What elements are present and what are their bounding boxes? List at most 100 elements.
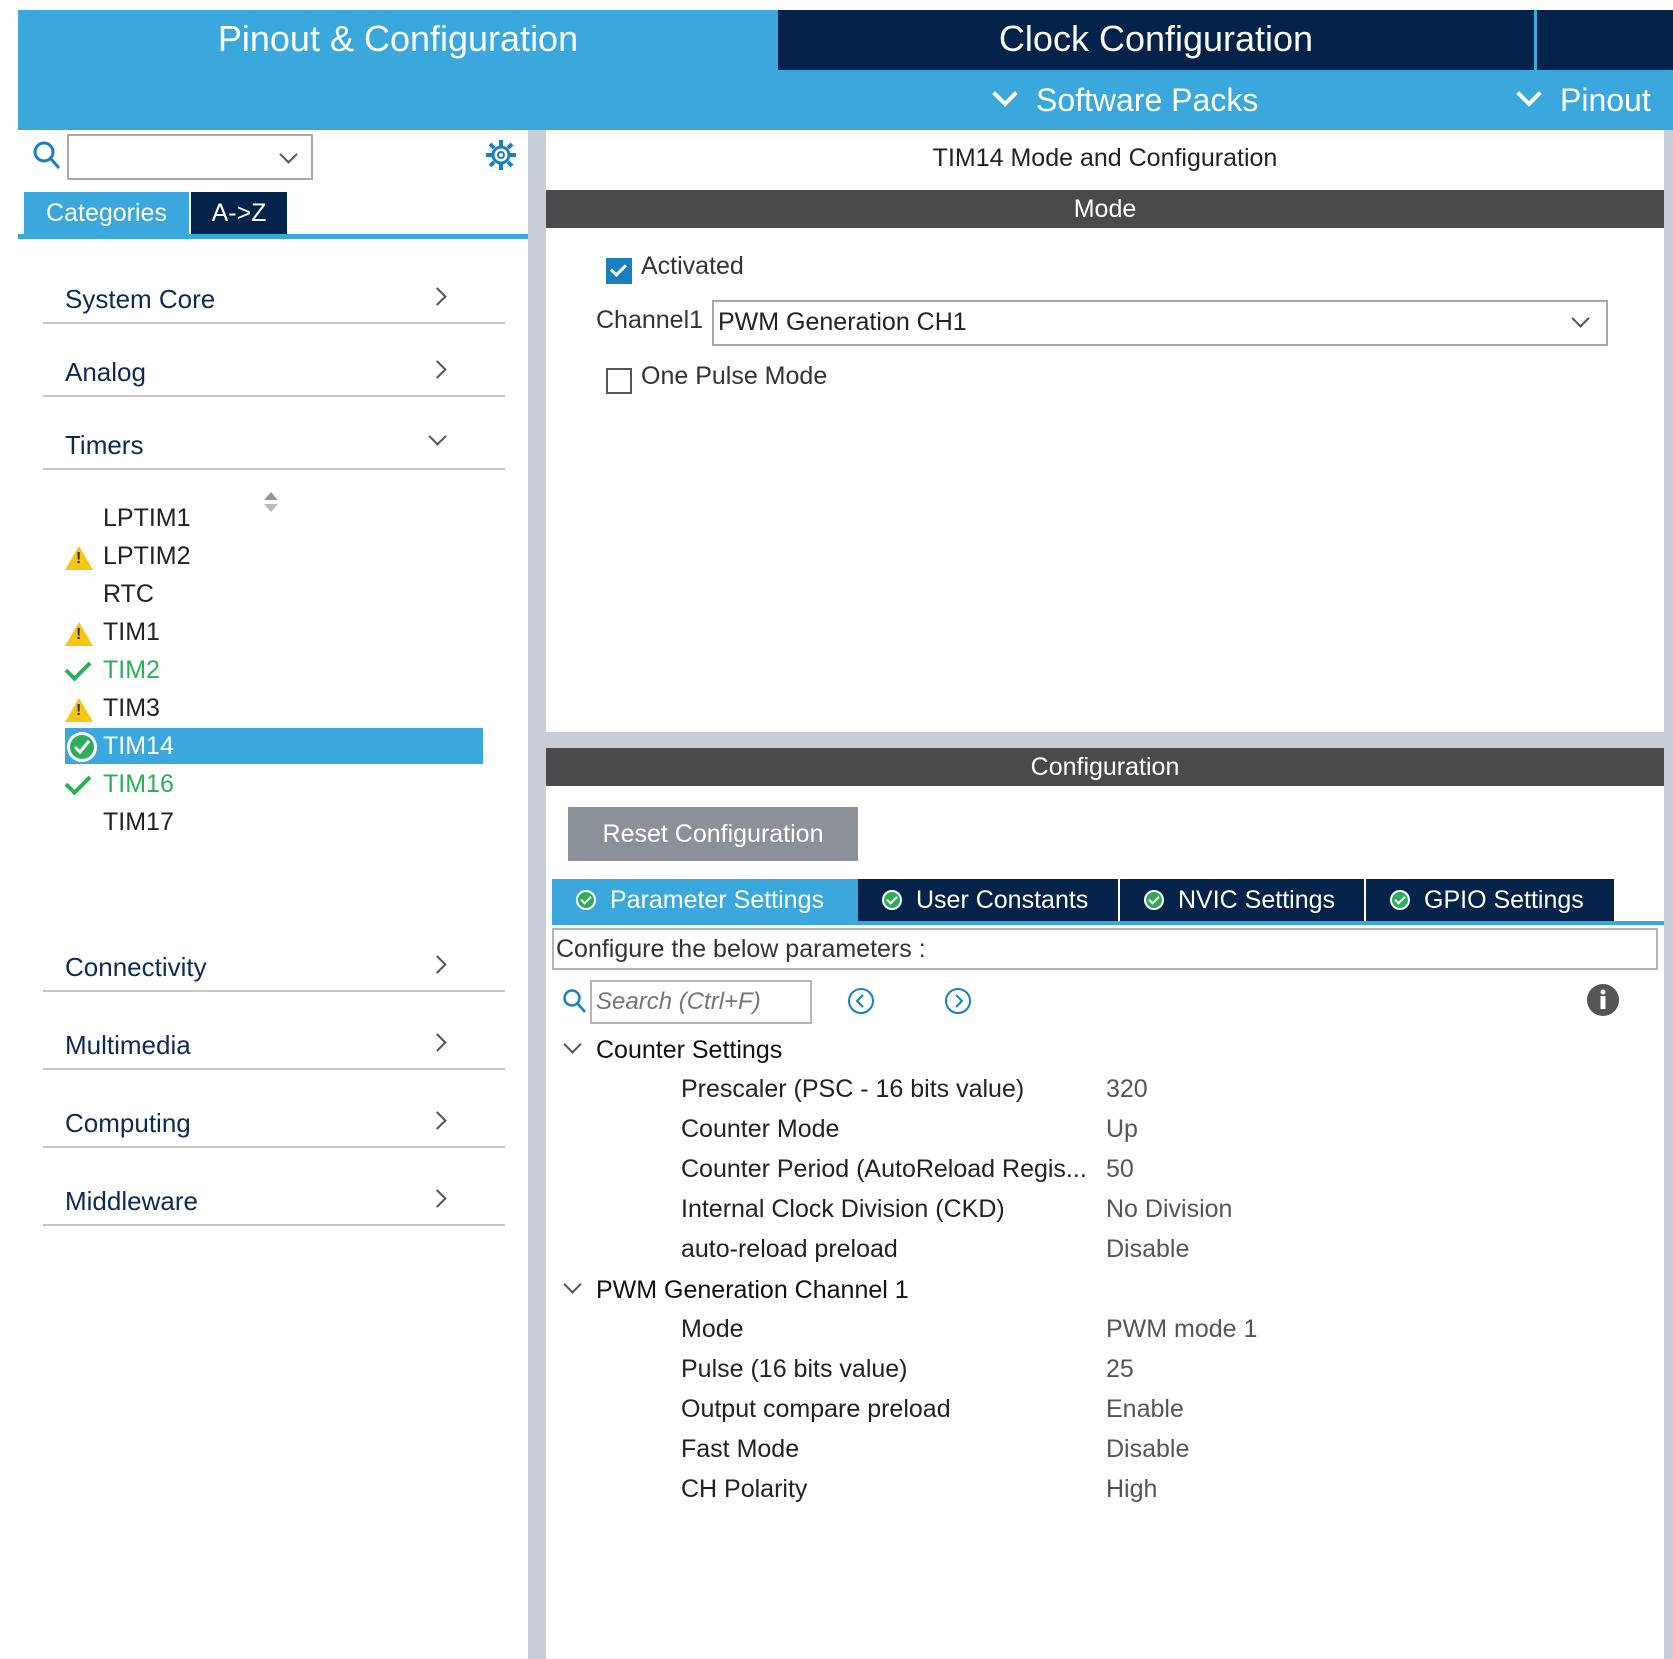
tab-underline <box>18 234 528 239</box>
timer-item-rtc[interactable]: RTC <box>63 576 483 612</box>
chevron-down-icon <box>1571 309 1590 328</box>
panel-splitter[interactable] <box>528 130 546 1659</box>
param-row[interactable]: Prescaler (PSC - 16 bits value) 320 <box>546 1075 1664 1115</box>
param-name: auto-reload preload <box>681 1235 898 1263</box>
chevron-down-icon <box>428 427 447 446</box>
software-packs-menu[interactable]: Software Packs <box>992 70 1258 130</box>
param-row[interactable]: Fast Mode Disable <box>546 1435 1664 1475</box>
category-label: Analog <box>65 357 146 387</box>
timer-label: TIM3 <box>103 694 160 722</box>
timer-item-tim1[interactable]: TIM1 <box>63 614 483 650</box>
tab-gpio-settings[interactable]: GPIO Settings <box>1366 879 1614 921</box>
timer-label: TIM1 <box>103 618 160 646</box>
param-value: No Division <box>1106 1195 1233 1223</box>
chevron-down-icon <box>563 1275 582 1294</box>
parameter-search-input[interactable] <box>590 980 812 1024</box>
param-name: Fast Mode <box>681 1435 800 1463</box>
sub-menu-bar: Software Packs Pinout <box>18 70 1673 130</box>
chevron-down-icon <box>1516 81 1542 107</box>
channel1-label: Channel1 <box>596 306 704 334</box>
chevron-right-icon <box>428 287 447 306</box>
mode-header: Mode <box>546 190 1664 228</box>
top-tab-bar: Pinout & Configuration Clock Configurati… <box>18 10 1673 70</box>
channel1-select[interactable]: PWM Generation CH1 <box>712 300 1608 346</box>
category-computing[interactable]: Computing <box>43 1076 505 1148</box>
info-icon[interactable] <box>1586 983 1620 1017</box>
timer-item-lptim2[interactable]: LPTIM2 <box>63 538 483 574</box>
tab-user-constants[interactable]: User Constants <box>858 879 1120 921</box>
activated-label: Activated <box>641 252 744 280</box>
timer-item-tim16[interactable]: TIM16 <box>63 766 483 802</box>
param-row[interactable]: auto-reload preload Disable <box>546 1235 1664 1275</box>
chevron-right-icon <box>428 1033 447 1052</box>
warning-icon <box>65 546 93 570</box>
reset-configuration-button[interactable]: Reset Configuration <box>568 807 858 861</box>
warning-icon <box>65 698 93 722</box>
previous-icon[interactable] <box>846 986 876 1016</box>
group-counter-settings[interactable]: Counter Settings <box>560 1030 1660 1072</box>
search-icon[interactable] <box>32 140 62 172</box>
group-pwm-generation-channel-1[interactable]: PWM Generation Channel 1 <box>560 1270 1660 1312</box>
param-name: CH Polarity <box>681 1475 808 1503</box>
category-label: Computing <box>65 1108 191 1138</box>
section-splitter[interactable] <box>546 732 1664 748</box>
check-circle-icon <box>1144 890 1164 910</box>
tab-categories[interactable]: Categories <box>24 192 189 234</box>
timer-item-tim17[interactable]: TIM17 <box>63 804 483 840</box>
one-pulse-mode-checkbox[interactable] <box>606 368 632 394</box>
timer-item-tim14[interactable]: TIM14 <box>65 728 483 764</box>
category-middleware[interactable]: Middleware <box>43 1154 505 1226</box>
category-timers[interactable]: Timers <box>43 398 505 470</box>
timer-item-tim2[interactable]: TIM2 <box>63 652 483 688</box>
tab-label: User Constants <box>916 886 1089 914</box>
left-panel: Categories A->Z System Core Analog Timer… <box>18 130 528 1659</box>
timer-item-lptim1[interactable]: LPTIM1 <box>63 500 483 536</box>
config-tab-strip: Parameter Settings User Constants NVIC S… <box>552 879 1664 925</box>
group-title: Counter Settings <box>596 1036 783 1064</box>
param-row[interactable]: Pulse (16 bits value) 25 <box>546 1355 1664 1395</box>
param-value: 25 <box>1106 1355 1134 1383</box>
group-title: PWM Generation Channel 1 <box>596 1276 909 1304</box>
gear-icon[interactable] <box>484 138 518 172</box>
timer-item-tim3[interactable]: TIM3 <box>63 690 483 726</box>
param-name: Mode <box>681 1315 744 1343</box>
param-row[interactable]: Counter Mode Up <box>546 1115 1664 1155</box>
param-name: Pulse (16 bits value) <box>681 1355 908 1383</box>
param-row[interactable]: Mode PWM mode 1 <box>546 1315 1664 1355</box>
configuration-header: Configuration <box>546 748 1664 786</box>
param-row[interactable]: Internal Clock Division (CKD) No Divisio… <box>546 1195 1664 1235</box>
tab-overflow[interactable] <box>1537 10 1673 70</box>
chevron-down-icon <box>563 1035 582 1054</box>
chevron-right-icon <box>428 360 447 379</box>
tab-pinout-configuration[interactable]: Pinout & Configuration <box>18 10 778 70</box>
check-icon <box>64 768 92 796</box>
tab-underline <box>552 921 1664 925</box>
tab-nvic-settings[interactable]: NVIC Settings <box>1120 879 1366 921</box>
param-row[interactable]: Output compare preload Enable <box>546 1395 1664 1435</box>
next-icon[interactable] <box>943 986 973 1016</box>
panel-title: TIM14 Mode and Configuration <box>932 144 1278 172</box>
tab-parameter-settings[interactable]: Parameter Settings <box>552 879 858 921</box>
tab-label: Parameter Settings <box>610 886 824 914</box>
activated-checkbox[interactable] <box>606 258 632 284</box>
param-row[interactable]: Counter Period (AutoReload Regis... 50 <box>546 1155 1664 1195</box>
chevron-down-icon <box>992 81 1018 107</box>
search-icon <box>563 989 586 1013</box>
timer-label: RTC <box>103 580 154 608</box>
category-system-core[interactable]: System Core <box>43 252 505 324</box>
tab-a-to-z[interactable]: A->Z <box>191 192 287 234</box>
timer-label: LPTIM2 <box>103 542 191 570</box>
category-analog[interactable]: Analog <box>43 325 505 397</box>
chevron-right-icon <box>428 1189 447 1208</box>
timer-label: TIM17 <box>103 808 174 836</box>
category-label: System Core <box>65 284 216 314</box>
tab-clock-configuration[interactable]: Clock Configuration <box>778 10 1534 70</box>
right-edge-scrollbar[interactable] <box>1664 130 1673 1659</box>
param-row[interactable]: CH Polarity High <box>546 1475 1664 1515</box>
category-connectivity[interactable]: Connectivity <box>43 920 505 992</box>
pinout-menu[interactable]: Pinout <box>1516 70 1651 130</box>
category-label: Connectivity <box>65 952 207 982</box>
search-combobox[interactable] <box>67 134 313 180</box>
param-value: Up <box>1106 1115 1138 1143</box>
category-multimedia[interactable]: Multimedia <box>43 998 505 1070</box>
